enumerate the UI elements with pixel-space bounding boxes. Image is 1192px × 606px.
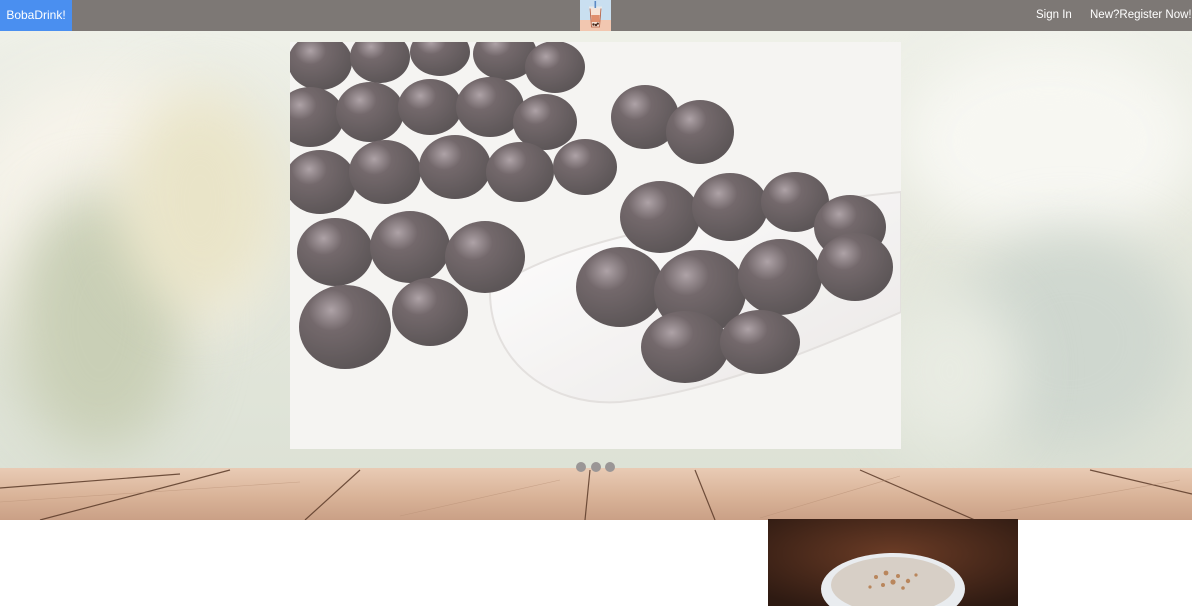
carousel-indicator-1[interactable]: [576, 462, 586, 472]
top-navbar: BobaDrink! Sign In New?Register Now!: [0, 0, 1192, 31]
sign-in-link[interactable]: Sign In: [1036, 0, 1072, 31]
boba-cup-logo-icon[interactable]: [580, 0, 611, 31]
register-link[interactable]: New?Register Now!: [1090, 0, 1192, 31]
carousel-slide-image[interactable]: [290, 42, 901, 449]
carousel-indicators: [576, 462, 618, 472]
page: BobaDrink! Sign In New?Register Now!: [0, 0, 1192, 606]
carousel-indicator-3[interactable]: [605, 462, 615, 472]
carousel-indicator-2[interactable]: [591, 462, 601, 472]
brand-link[interactable]: BobaDrink!: [0, 0, 72, 31]
hero-banner: [0, 31, 1192, 520]
drink-thumbnail-image[interactable]: [768, 519, 1018, 606]
